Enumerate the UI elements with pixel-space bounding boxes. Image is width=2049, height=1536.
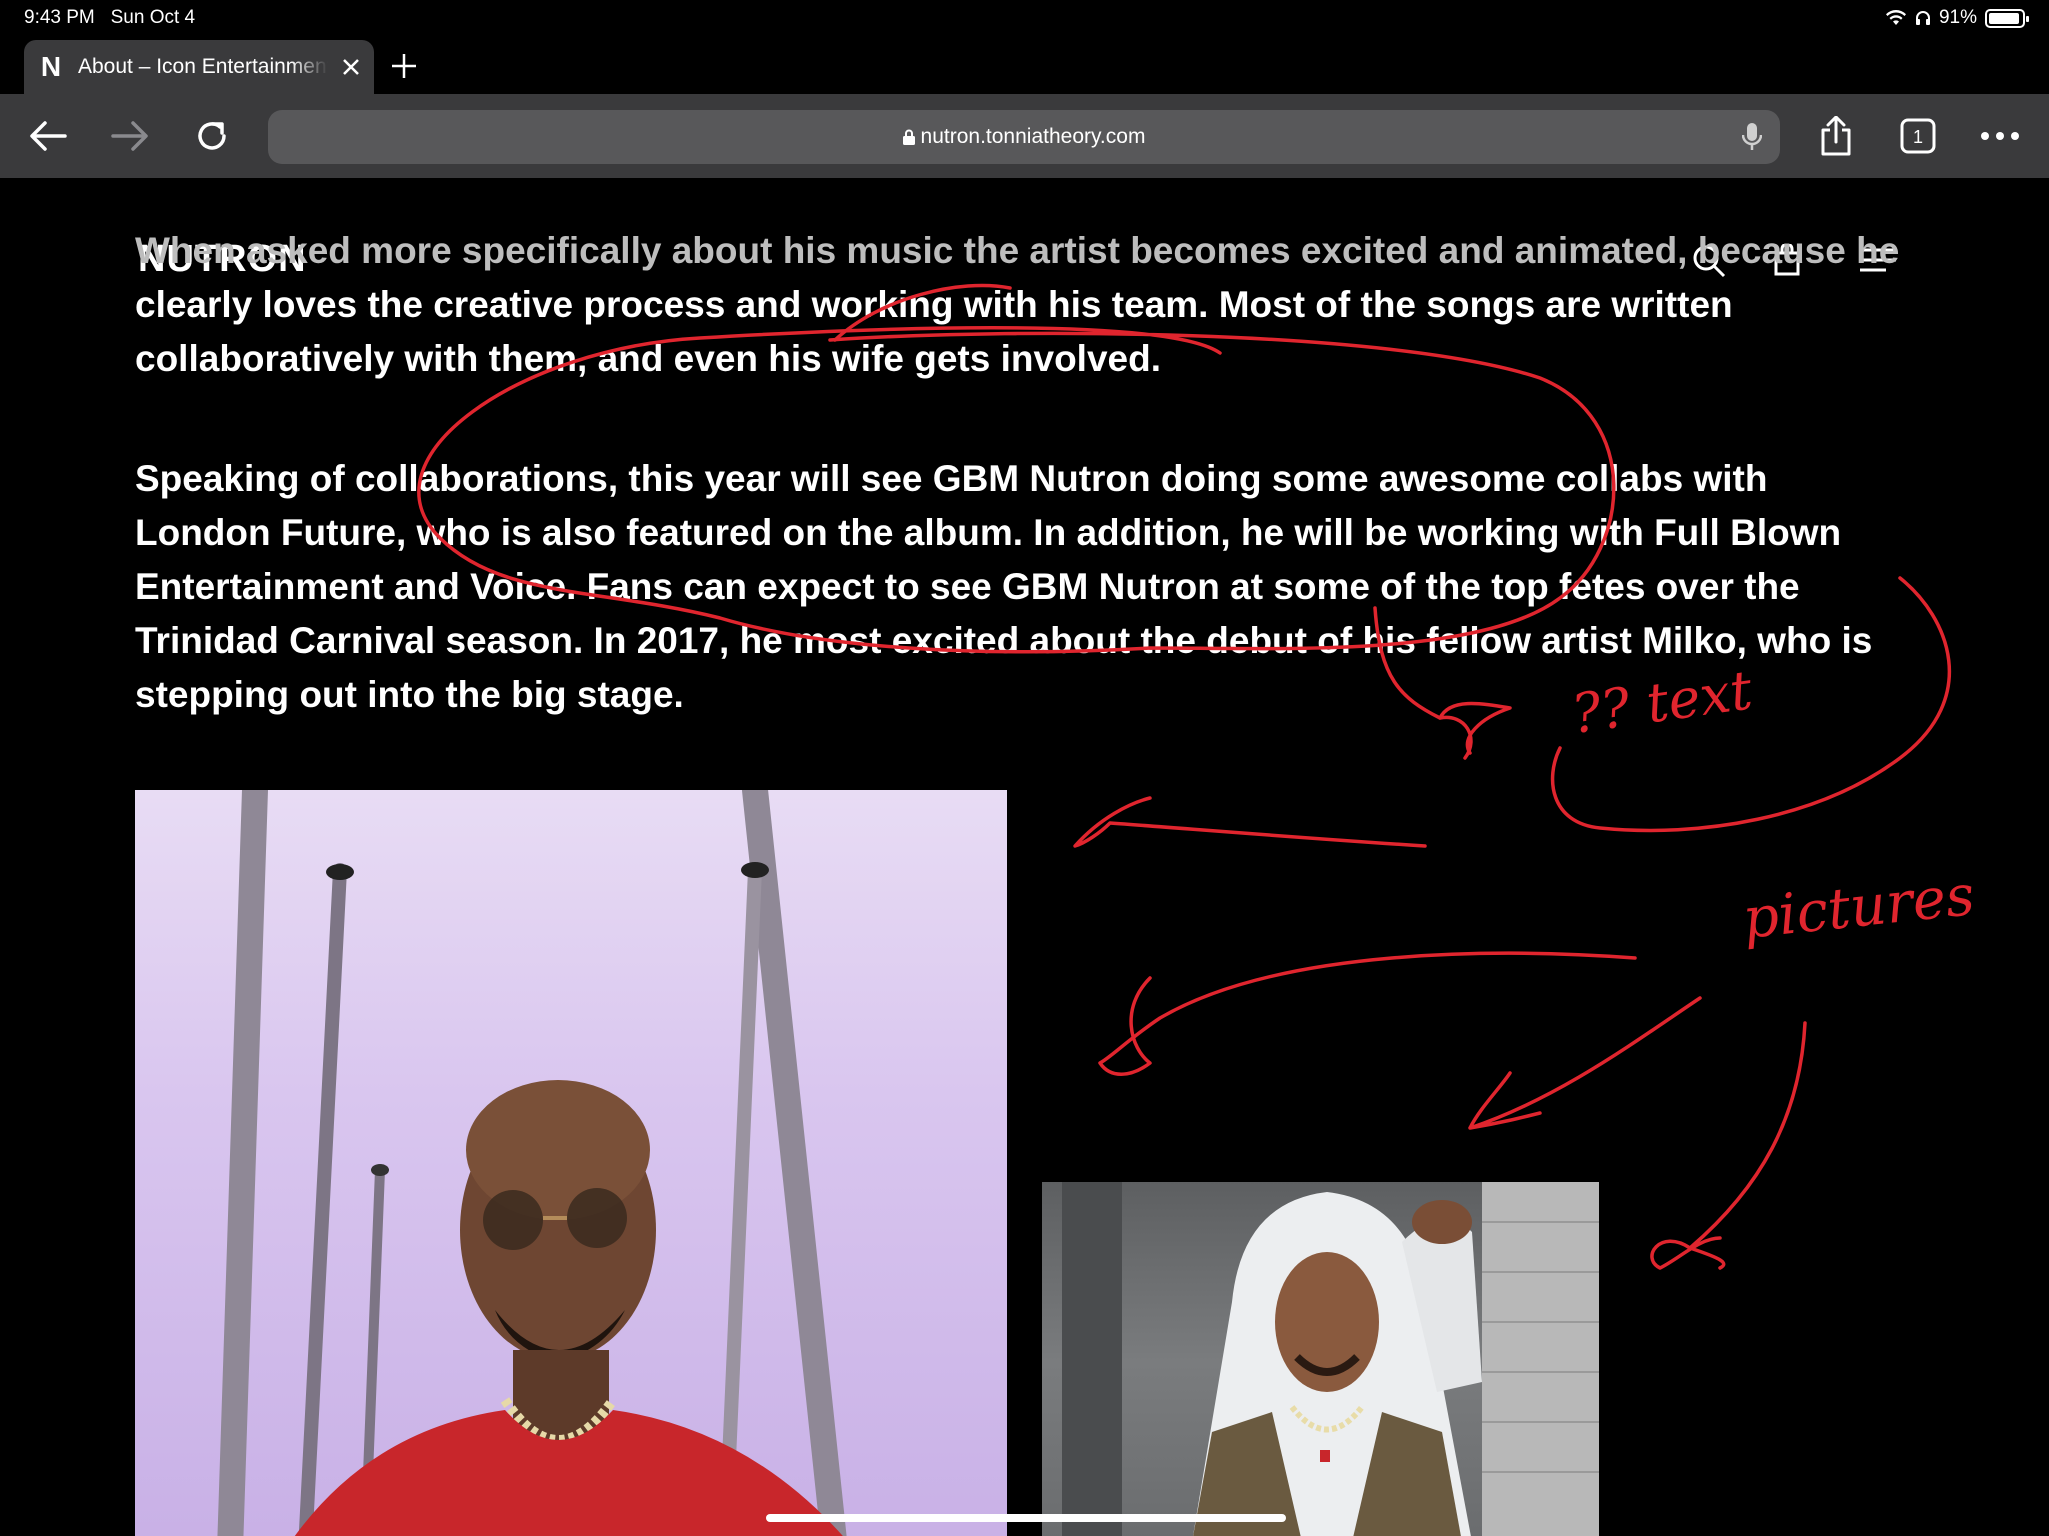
page-content: NUTRON When asked more specifically abou…	[0, 178, 2049, 1536]
wifi-icon	[1885, 9, 1906, 25]
close-tab-icon[interactable]	[342, 58, 360, 76]
tab-about[interactable]: N About – Icon Entertainment	[24, 40, 374, 94]
home-indicator[interactable]	[766, 1514, 1286, 1522]
status-right: 91%	[1885, 7, 2029, 29]
tabs-icon: 1	[1900, 118, 1936, 154]
status-bar: 9:43 PM Sun Oct 4 91%	[0, 0, 2049, 36]
share-button[interactable]	[1808, 108, 1864, 164]
back-button[interactable]	[20, 108, 76, 164]
lock-icon	[902, 129, 915, 145]
more-button[interactable]	[1972, 108, 2028, 164]
microphone-icon[interactable]	[1742, 122, 1762, 152]
site-favicon-icon: N	[40, 51, 62, 82]
status-time: 9:43 PM Sun Oct 4	[24, 7, 196, 28]
arrow-right-icon	[111, 121, 148, 151]
battery-percent: 91%	[1938, 7, 1977, 28]
article-paragraph-2: Speaking of collaborations, this year wi…	[135, 458, 1873, 715]
reload-button[interactable]	[184, 108, 240, 164]
paragraph-1-text: clearly loves the creative process and w…	[135, 284, 1733, 379]
reload-icon	[198, 122, 226, 150]
address-bar[interactable]: nutron.tonniatheory.com	[268, 110, 1780, 164]
article-paragraph-1: When asked more specifically about his m…	[135, 224, 1905, 386]
artist-photo-flagpoles	[135, 790, 1007, 1536]
tab-title: About – Icon Entertainment	[78, 55, 328, 78]
share-icon	[1821, 116, 1851, 156]
tab-count: 1	[1913, 127, 1923, 147]
paragraph-1-faded-line: When asked more specifically about his m…	[135, 230, 1900, 271]
tabs-button[interactable]: 1	[1890, 108, 1946, 164]
tab-bar: N About – Icon Entertainment	[0, 36, 2049, 94]
headphones-icon	[1915, 11, 1930, 25]
more-dots-icon	[1981, 132, 2019, 140]
battery-icon	[1985, 8, 2029, 28]
forward-button[interactable]	[102, 108, 158, 164]
url-text: nutron.tonniatheory.com	[920, 125, 1146, 148]
browser-toolbar: nutron.tonniatheory.com 1	[0, 94, 2049, 178]
artist-photo-hoodie	[1042, 1182, 1599, 1536]
arrow-left-icon	[30, 121, 67, 151]
new-tab-icon[interactable]	[390, 52, 418, 80]
